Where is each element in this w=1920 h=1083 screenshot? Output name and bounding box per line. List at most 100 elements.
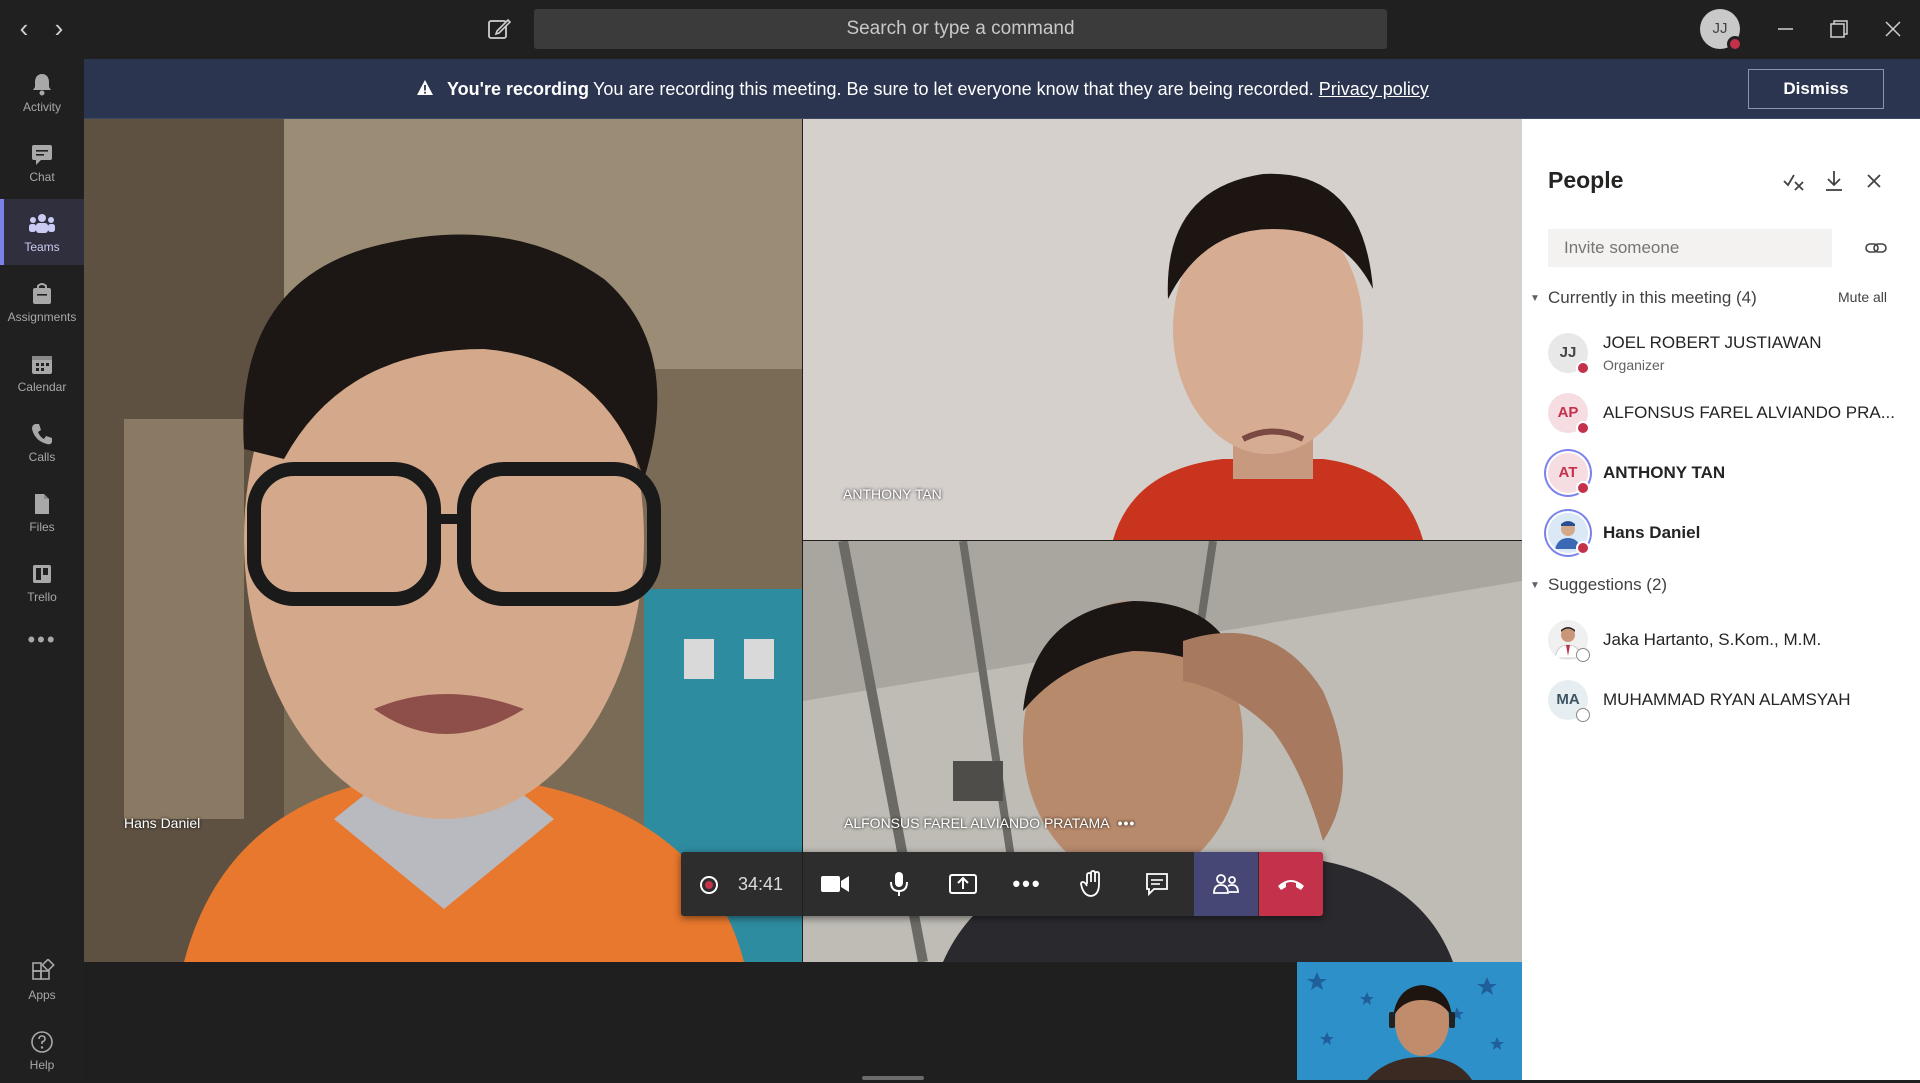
avatar-initials: AT — [1558, 464, 1578, 481]
bell-icon — [33, 74, 51, 96]
self-video-preview[interactable] — [1297, 962, 1522, 1080]
close-panel-icon[interactable] — [1860, 167, 1888, 195]
avatar: MA — [1548, 680, 1590, 722]
assignments-icon — [33, 283, 51, 304]
invite-someone-input[interactable] — [1548, 229, 1832, 267]
rail-item-calendar[interactable]: Calendar — [0, 339, 84, 405]
rail-label: Calls — [28, 450, 56, 464]
stage-scroll-handle[interactable] — [862, 1076, 924, 1080]
hang-up-button[interactable] — [1259, 852, 1323, 916]
people-panel: People ▼ Currently in this meeting (4) Mu… — [1522, 119, 1920, 1080]
participant-row[interactable]: AP ALFONSUS FAREL ALVIANDO PRA... — [1522, 385, 1920, 441]
warning-icon — [417, 80, 433, 96]
more-apps-icon[interactable]: ••• — [0, 625, 84, 665]
avatar — [1548, 513, 1590, 555]
user-initials: JJ — [1712, 20, 1728, 37]
more-options-icon[interactable]: ••• — [1118, 815, 1136, 831]
suggestion-row[interactable]: Jaka Hartanto, S.Kom., M.M. — [1522, 612, 1920, 668]
hang-up-icon — [1278, 880, 1304, 890]
more-actions-button[interactable]: ••• — [995, 852, 1059, 916]
participant-name: ANTHONY TAN — [1603, 463, 1726, 482]
avatar-initials: AP — [1557, 404, 1579, 421]
video-tile-hans-daniel[interactable]: Hans Daniel — [84, 119, 802, 962]
copy-join-link-icon[interactable] — [1862, 234, 1890, 262]
rail-item-activity[interactable]: Activity — [0, 59, 84, 125]
rail-label: Trello — [27, 590, 57, 604]
rail-label: Help — [29, 1058, 55, 1072]
participant-name-label: ANTHONY TAN — [843, 486, 942, 502]
suggestion-row[interactable]: MA MUHAMMAD RYAN ALAMSYAH — [1522, 672, 1920, 728]
rail-item-assignments[interactable]: Assignments — [0, 269, 84, 335]
camera-icon — [821, 876, 849, 892]
minimize-icon[interactable] — [1768, 12, 1802, 46]
rail-item-files[interactable]: Files — [0, 479, 84, 545]
mute-all-button[interactable]: Mute all — [1838, 289, 1887, 305]
call-controls-bar: 34:41 ••• — [681, 852, 1323, 916]
section-label: Currently in this meeting (4) — [1548, 288, 1757, 307]
chevron-down-icon: ▼ — [1530, 580, 1540, 592]
trello-icon — [33, 565, 51, 583]
banner-text: You're recording You are recording this m… — [416, 59, 1429, 119]
privacy-policy-link[interactable]: Privacy policy — [1319, 79, 1429, 99]
rail-label: Files — [29, 520, 55, 534]
participant-video — [803, 119, 1522, 540]
apps-icon — [32, 959, 55, 980]
rail-item-chat[interactable]: Chat — [0, 129, 84, 195]
show-participants-button[interactable] — [1194, 852, 1258, 916]
share-screen-button[interactable] — [931, 852, 995, 916]
forward-arrow-icon[interactable]: › — [45, 14, 73, 44]
back-arrow-icon[interactable]: ‹ — [10, 14, 38, 44]
raise-hand-button[interactable] — [1060, 852, 1124, 916]
rail-item-apps[interactable]: Apps — [0, 947, 84, 1013]
participants-icon — [1213, 874, 1239, 894]
participant-row[interactable]: JJ JOEL ROBERT JUSTIAWAN Organizer — [1522, 325, 1920, 381]
avatar: JJ — [1548, 333, 1590, 375]
avatar: AT — [1548, 453, 1590, 495]
camera-toggle-button[interactable] — [803, 852, 867, 916]
show-conversation-button[interactable] — [1125, 852, 1189, 916]
dismiss-button[interactable]: Dismiss — [1748, 69, 1884, 109]
participant-name: JOEL ROBERT JUSTIAWAN — [1603, 333, 1822, 352]
share-screen-icon — [949, 874, 977, 894]
avatar — [1548, 620, 1590, 662]
participant-row[interactable]: Hans Daniel — [1522, 505, 1920, 561]
avatar-initials: JJ — [1559, 344, 1577, 361]
mic-toggle-button[interactable] — [867, 852, 931, 916]
section-label: Suggestions (2) — [1548, 575, 1668, 594]
rail-label: Calendar — [17, 380, 67, 394]
participant-row[interactable]: AT ANTHONY TAN — [1522, 445, 1920, 501]
presence-busy-icon — [1576, 421, 1590, 435]
user-avatar[interactable]: JJ — [1700, 9, 1743, 52]
rail-label: Chat — [29, 170, 55, 184]
banner-message: You are recording this meeting. Be sure … — [593, 79, 1314, 99]
microphone-icon — [890, 872, 908, 896]
participant-name: ALFONSUS FAREL ALVIANDO PRATAMA — [844, 815, 1110, 831]
restore-icon[interactable] — [1822, 12, 1856, 46]
rail-item-calls[interactable]: Calls — [0, 409, 84, 475]
section-in-meeting[interactable]: ▼ Currently in this meeting (4) — [1530, 288, 1757, 308]
participant-name-label: ALFONSUS FAREL ALVIANDO PRATAMA ••• — [844, 815, 1135, 831]
search-input[interactable]: Search or type a command — [534, 9, 1387, 49]
rail-item-teams[interactable]: Teams — [0, 199, 84, 265]
title-bar: ‹ › Search or type a command JJ — [0, 0, 1920, 59]
presence-busy-icon — [1727, 36, 1743, 52]
app-rail: Activity Chat Teams Assignments Calendar… — [0, 59, 84, 1080]
chevron-down-icon: ▼ — [1530, 293, 1540, 305]
new-chat-compose-icon[interactable] — [484, 14, 514, 44]
recording-banner: You're recording You are recording this m… — [84, 59, 1920, 119]
rail-label: Apps — [28, 988, 56, 1002]
rail-item-trello[interactable]: Trello — [0, 549, 84, 615]
video-tile-anthony-tan[interactable]: ANTHONY TAN — [803, 119, 1522, 540]
close-window-icon[interactable] — [1876, 12, 1910, 46]
download-attendance-icon[interactable] — [1820, 167, 1848, 195]
rail-item-help[interactable]: Help — [0, 1017, 84, 1083]
banner-title: You're recording — [447, 79, 589, 99]
calendar-icon — [32, 356, 52, 374]
manage-permissions-icon[interactable] — [1780, 167, 1808, 195]
section-suggestions[interactable]: ▼ Suggestions (2) — [1530, 575, 1667, 595]
rail-label: Activity — [22, 100, 61, 114]
help-icon — [31, 1031, 53, 1053]
suggestion-name: Jaka Hartanto, S.Kom., M.M. — [1603, 630, 1822, 649]
avatar: AP — [1548, 393, 1590, 435]
chat-icon — [32, 145, 52, 165]
